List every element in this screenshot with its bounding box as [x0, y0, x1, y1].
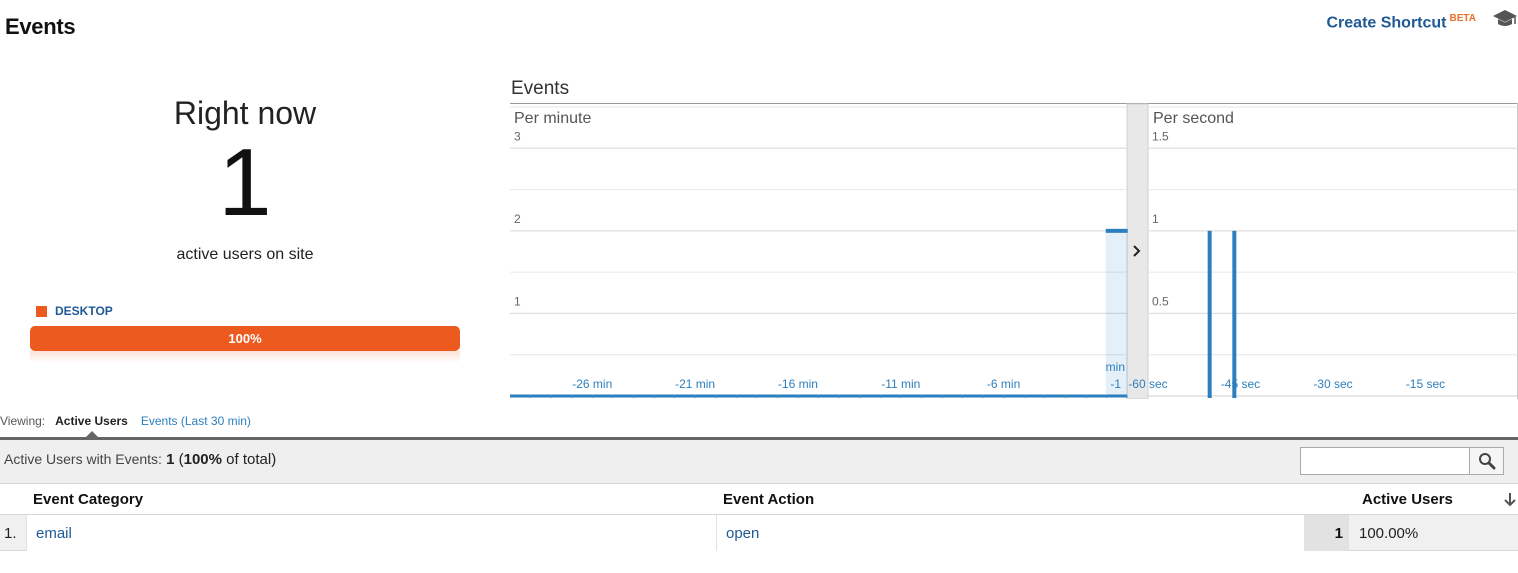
beta-badge: BETA — [1449, 13, 1476, 24]
right-now-title: Right now — [173, 95, 317, 131]
bar — [1207, 230, 1212, 398]
active-users-caption: active users on site — [176, 246, 314, 263]
bar — [1232, 230, 1237, 398]
table-summary-bar: Active Users with Events: 1 (100% of tot… — [0, 437, 1518, 483]
y-tick-label: 2 — [514, 212, 521, 226]
bar — [1105, 228, 1128, 233]
events-table: Active Users with Events: 1 (100% of tot… — [0, 437, 1518, 551]
tab-active-users[interactable]: Active Users — [55, 414, 128, 438]
row-index: 1. — [4, 524, 17, 542]
active-users-count: 1 — [218, 129, 272, 236]
y-tick-label: 1 — [514, 294, 521, 308]
viewing-label: Viewing: — [0, 414, 46, 428]
table-summary: Active Users with Events: 1 (100% of tot… — [4, 451, 276, 468]
x-tick-label: -11 min — [881, 377, 920, 391]
per-second-label: Per second — [1153, 110, 1234, 127]
device-share-label: 100% — [228, 331, 262, 346]
column-header-event-action[interactable]: Event Action — [723, 491, 814, 508]
bar-highlight — [1105, 230, 1128, 396]
summary-prefix: Active Users with Events: — [4, 451, 162, 467]
row-event-category: email — [26, 515, 716, 551]
table-search-input[interactable] — [1300, 447, 1470, 475]
device-share-bar[interactable]: 100% — [30, 326, 460, 351]
page-title: Events — [5, 14, 76, 39]
device-swatch — [36, 305, 47, 317]
event-category-link[interactable]: email — [36, 525, 72, 542]
device-legend: DESKTOP — [36, 304, 113, 318]
y-tick-label: 1 — [1152, 212, 1159, 226]
row-active-users: 1 — [1304, 515, 1349, 551]
row-active-users-percent: 100.00% — [1359, 524, 1419, 542]
x-tick-label: -60 sec — [1128, 377, 1167, 391]
x-tick-label: -6 min — [987, 377, 1020, 391]
y-tick-label: 1.5 — [1152, 129, 1169, 143]
events-chart: Per minute 1 2 3 -26 min -21 min -16 min -11 mi… — [510, 103, 1518, 399]
x-tick-label: -30 sec — [1313, 377, 1352, 391]
search-icon[interactable] — [1478, 452, 1496, 470]
summary-suffix: of total) — [226, 451, 277, 468]
events-chart-title: Events — [511, 78, 570, 99]
summary-count: 1 — [166, 451, 175, 468]
per-minute-panel: Per minute 1 2 3 -26 min -21 min -16 min -11 mi… — [510, 106, 1128, 398]
per-minute-label: Per minute — [514, 110, 591, 127]
device-label[interactable]: DESKTOP — [55, 304, 113, 318]
y-tick-label: 3 — [514, 129, 521, 143]
event-action-link[interactable]: open — [726, 525, 759, 542]
device-bar-reflection — [30, 351, 460, 363]
column-header-event-category[interactable]: Event Category — [33, 491, 143, 508]
y-tick-label: 0.5 — [1152, 294, 1169, 308]
graduation-cap-icon[interactable] — [1492, 8, 1518, 28]
arrow-down-icon[interactable] — [1502, 491, 1518, 509]
x-tick-label: -21 min — [675, 377, 715, 391]
tab-events-last-30-min[interactable]: Events (Last 30 min) — [141, 414, 251, 428]
row-event-action: open — [716, 515, 1304, 551]
per-second-panel: Per second 0.5 1 1.5 -60 sec -45 sec -30 sec -1… — [1128, 106, 1518, 398]
create-shortcut-link[interactable]: Create Shortcut BETA — [1326, 13, 1476, 32]
search-button[interactable] — [1469, 447, 1504, 475]
x-tick-label: -45 sec — [1221, 377, 1260, 391]
table-row: 1. email open 1 100.00% — [0, 515, 1518, 551]
x-tick-label: -16 min — [778, 377, 818, 391]
x-tick-label: -15 sec — [1406, 377, 1445, 391]
x-tick-label: -26 min — [572, 377, 612, 391]
table-header-row: Event Category Event Action Active Users — [0, 483, 1518, 515]
summary-percent: 100% — [183, 451, 222, 468]
create-shortcut-label[interactable]: Create Shortcut — [1326, 14, 1446, 31]
viewing-tabs: Viewing: Active Users Events (Last 30 mi… — [0, 414, 251, 438]
column-header-active-users[interactable]: Active Users — [1362, 491, 1453, 508]
